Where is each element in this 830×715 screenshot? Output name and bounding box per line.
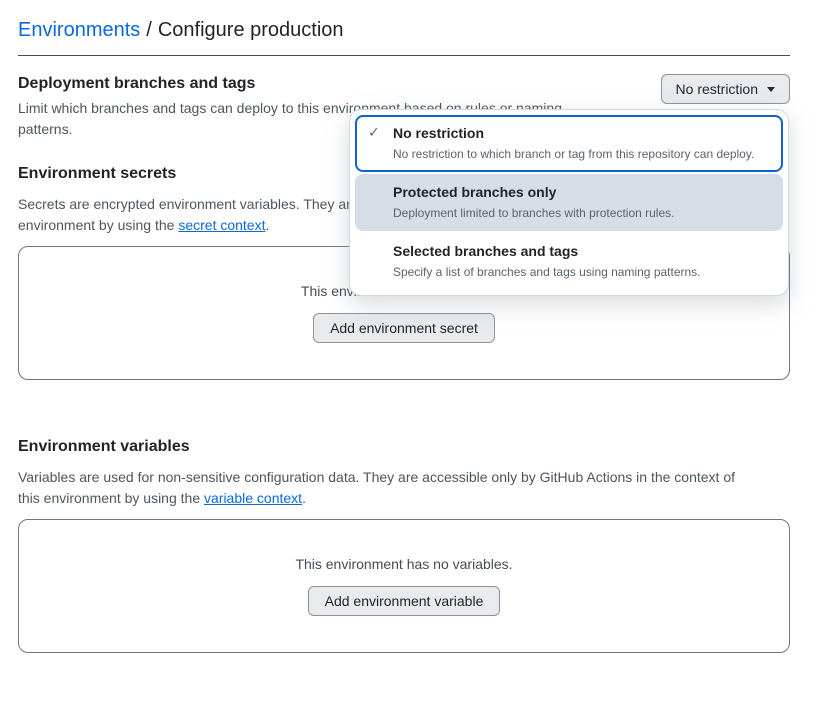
breadcrumb-environments-link[interactable]: Environments [18,19,140,41]
variables-description: Variables are used for non-sensitive con… [18,467,790,509]
restriction-dropdown-button[interactable]: No restriction [661,74,790,104]
breadcrumb-current: Configure production [158,19,344,41]
menu-item-no-restriction[interactable]: ✓ No restriction No restriction to which… [355,115,783,172]
chevron-down-icon [767,87,775,92]
variable-context-link[interactable]: variable context [204,490,302,506]
restriction-dropdown-menu: ✓ No restriction No restriction to which… [349,109,789,296]
check-icon: ✓ [368,124,380,141]
variables-section: Environment variables Variables are used… [18,437,790,653]
variables-heading: Environment variables [18,437,790,457]
secrets-description-suffix: . [265,217,269,233]
title-divider [18,55,790,56]
menu-item-protected-branches[interactable]: Protected branches only Deployment limit… [355,174,783,231]
variables-description-line1: Variables are used for non-sensitive con… [18,467,790,488]
add-environment-secret-button[interactable]: Add environment secret [313,313,495,343]
variables-description-suffix: . [302,490,306,506]
add-environment-variable-button[interactable]: Add environment variable [308,586,501,616]
menu-item-description: Specify a list of branches and tags usin… [393,264,771,280]
secret-context-link[interactable]: secret context [178,217,265,233]
variables-description-line2-prefix: this environment by using the [18,490,204,506]
menu-item-selected-branches[interactable]: Selected branches and tags Specify a lis… [355,233,783,290]
page: Environments / Configure production Deploy… [0,0,830,653]
deployment-heading: Deployment branches and tags [18,74,562,94]
menu-item-title: Protected branches only [393,183,771,201]
restriction-dropdown-button-label: No restriction [676,81,758,97]
variables-description-line2: this environment by using the variable c… [18,488,790,509]
breadcrumb-separator: / [146,19,152,41]
menu-item-description: Deployment limited to branches with prot… [393,205,771,221]
variables-empty-box: This environment has no variables. Add e… [18,519,790,653]
page-title: Environments / Configure production [18,16,790,44]
menu-item-description: No restriction to which branch or tag fr… [393,146,771,162]
variables-empty-text: This environment has no variables. [295,556,512,572]
secrets-description-line2-prefix: environment by using the [18,217,178,233]
menu-item-title: No restriction [393,124,771,142]
menu-item-title: Selected branches and tags [393,242,771,260]
